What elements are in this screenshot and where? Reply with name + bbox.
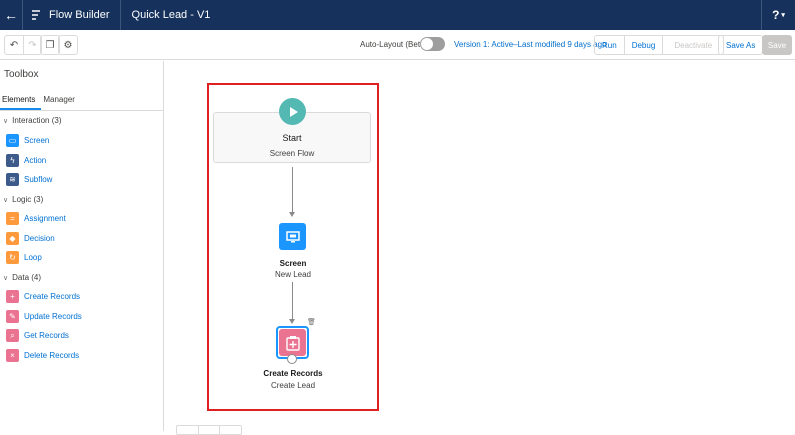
toolbox-item-label: Decision	[24, 234, 55, 243]
group-interaction[interactable]: ∨ Interaction (3)	[3, 116, 61, 125]
chevron-down-icon: ▾	[781, 12, 785, 19]
toolbox-item-label: Create Records	[24, 292, 81, 301]
toolbox-item-decision[interactable]: ◆ Decision	[6, 232, 55, 245]
group-logic[interactable]: ∨ Logic (3)	[3, 195, 43, 204]
autolayout-label: Auto-Layout (Beta)	[360, 40, 428, 49]
group-label: Logic (3)	[12, 195, 44, 204]
update-records-icon: ✎	[6, 310, 19, 323]
run-debug-group: Run Debug Deactivate	[594, 35, 725, 55]
toolbox-tabs: Elements Manager	[0, 91, 163, 111]
debug-button[interactable]: Debug	[623, 36, 663, 54]
chevron-down-icon: ∨	[3, 196, 9, 204]
highlight-box	[207, 83, 379, 411]
version-info: Version 1: Active–Last modified 9 days a…	[454, 40, 607, 49]
group-label: Data (4)	[12, 273, 42, 282]
chevron-down-icon: ∨	[3, 274, 9, 282]
toolbox-item-subflow[interactable]: ≋ Subflow	[6, 173, 52, 186]
lightning-icon: ϟ	[6, 154, 19, 167]
toolbox-item-delete-records[interactable]: × Delete Records	[6, 349, 79, 362]
toolbox-item-label: Action	[24, 156, 47, 165]
properties-button[interactable]: ⚙	[59, 36, 77, 54]
help-icon: ?	[772, 8, 780, 22]
copy-button[interactable]: ❐	[41, 36, 59, 54]
flow-builder-icon	[23, 9, 49, 21]
toolbox-item-label: Subflow	[24, 175, 53, 184]
app-title: Flow Builder	[49, 0, 121, 30]
chevron-down-icon: ∨	[3, 117, 9, 125]
app-header: ← Flow Builder Quick Lead - V1 ? ▾	[0, 0, 795, 30]
redo-icon: ↷	[28, 39, 37, 51]
settings-group: ⚙	[58, 35, 78, 55]
save-button[interactable]: Save	[762, 35, 792, 55]
toolbox-item-label: Screen	[24, 136, 50, 145]
group-label: Interaction (3)	[12, 116, 62, 125]
toolbox-item-label: Update Records	[24, 312, 82, 321]
undo-redo-group: ↶ ↷	[4, 35, 42, 55]
get-records-icon: ⌕	[6, 329, 19, 342]
zoom-controls	[176, 425, 242, 435]
tab-manager[interactable]: Manager	[41, 91, 81, 110]
toolbox-item-update-records[interactable]: ✎ Update Records	[6, 310, 82, 323]
toolbox-item-screen[interactable]: ▭ Screen	[6, 134, 49, 147]
toolbox-item-label: Delete Records	[24, 351, 80, 360]
toolbox-item-loop[interactable]: ↻ Loop	[6, 251, 42, 264]
delete-records-icon: ×	[6, 349, 19, 362]
toolbox-item-label: Get Records	[24, 331, 69, 340]
toolbox-item-get-records[interactable]: ⌕ Get Records	[6, 329, 69, 342]
toolbox-item-label: Assignment	[24, 214, 66, 223]
assignment-icon: =	[6, 212, 19, 225]
redo-button[interactable]: ↷	[23, 36, 41, 54]
toolbox-item-action[interactable]: ϟ Action	[6, 154, 46, 167]
back-button[interactable]: ←	[0, 0, 23, 30]
run-button[interactable]: Run	[595, 36, 624, 54]
back-arrow-icon: ←	[4, 7, 18, 23]
loop-icon: ↻	[6, 251, 19, 264]
tab-elements[interactable]: Elements	[0, 91, 42, 110]
copy-icon: ❐	[45, 39, 55, 51]
subflow-icon: ≋	[6, 173, 19, 186]
copy-group: ❐	[40, 35, 60, 55]
zoom-fit-button[interactable]	[197, 426, 220, 434]
undo-icon: ↶	[9, 39, 19, 51]
save-as-button[interactable]: Save As	[718, 35, 764, 55]
toolbox-item-assignment[interactable]: = Assignment	[6, 212, 66, 225]
flow-name: Quick Lead - V1	[131, 9, 211, 21]
deactivate-button[interactable]: Deactivate	[662, 36, 723, 54]
toolbox-panel: Toolbox Elements Manager ∨ Interaction (…	[0, 61, 164, 431]
group-data[interactable]: ∨ Data (4)	[3, 273, 41, 282]
gear-icon: ⚙	[63, 39, 73, 51]
autolayout-toggle[interactable]	[420, 37, 445, 51]
zoom-in-button[interactable]	[219, 426, 241, 434]
toolbox-title: Toolbox	[4, 69, 39, 80]
screen-icon: ▭	[6, 134, 19, 147]
toolbox-item-create-records[interactable]: + Create Records	[6, 290, 80, 303]
toolbar: ↶ ↷ ❐ ⚙ Auto-Layout (Beta) Version 1: Ac…	[0, 30, 795, 60]
decision-icon: ◆	[6, 232, 19, 245]
undo-button[interactable]: ↶	[5, 36, 23, 54]
zoom-out-button[interactable]	[177, 426, 198, 434]
help-button[interactable]: ? ▾	[761, 0, 795, 30]
toolbox-item-label: Loop	[24, 253, 42, 262]
create-records-icon: +	[6, 290, 19, 303]
